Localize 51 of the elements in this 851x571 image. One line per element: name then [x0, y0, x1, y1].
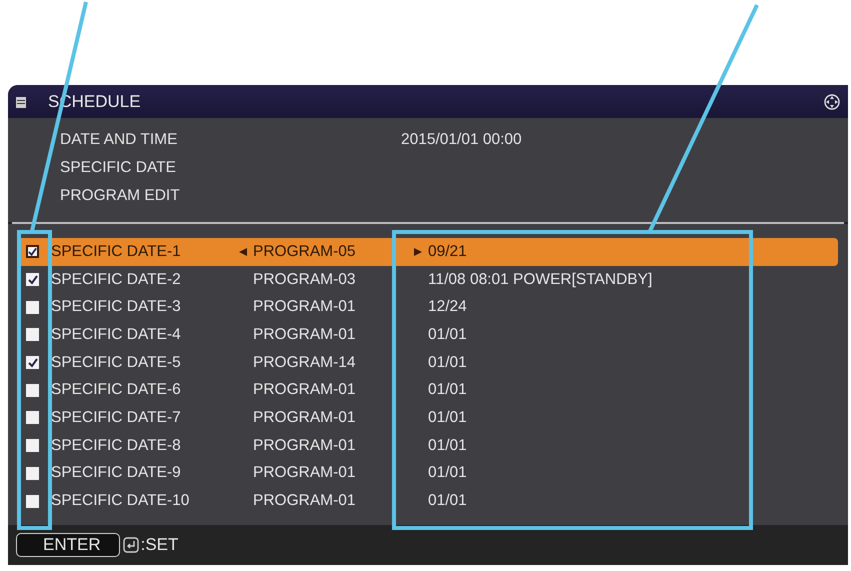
date-setting: 01/01 [428, 381, 467, 400]
checkbox[interactable] [26, 245, 39, 258]
checkbox[interactable] [26, 466, 39, 480]
checkbox[interactable] [26, 439, 39, 452]
date-name: SPECIFIC DATE-5 [51, 354, 182, 372]
date-setting: 11/08 08:01 POWER[STANDBY] [428, 270, 652, 289]
date-name: SPECIFIC DATE-4 [51, 326, 182, 344]
checkbox[interactable] [26, 356, 39, 370]
menu-item[interactable]: DATE AND TIME [60, 131, 401, 149]
date-name: SPECIFIC DATE-7 [51, 408, 182, 427]
selected-row-highlight[interactable]: SPECIFIC DATE-1 PROGRAM-05 09/21 [18, 238, 838, 266]
date-name: SPECIFIC DATE-2 [51, 270, 182, 289]
checkbox[interactable] [26, 411, 39, 424]
date-setting: 01/01 [428, 492, 467, 510]
date-name: SPECIFIC DATE-9 [51, 464, 182, 482]
program-name: PROGRAM-01 [253, 408, 356, 427]
date-setting: 12/24 [428, 298, 467, 316]
right-arrow-icon[interactable] [414, 248, 422, 256]
date-name: SPECIFIC DATE-6 [51, 381, 182, 400]
program-name: PROGRAM-01 [253, 381, 356, 400]
date-setting: 01/01 [428, 326, 467, 344]
checkbox[interactable] [26, 494, 39, 508]
checkbox[interactable] [26, 328, 39, 342]
date-setting: 09/21 [428, 242, 467, 261]
menu-item[interactable]: SPECIFIC DATE [60, 159, 401, 177]
date-time-value: 2015/01/01 00:00 [401, 131, 522, 149]
program-name: PROGRAM-01 [253, 464, 356, 482]
checkbox[interactable] [26, 384, 39, 397]
date-name: SPECIFIC DATE-1 [51, 242, 182, 261]
date-name: SPECIFIC DATE-10 [51, 492, 190, 510]
date-name: SPECIFIC DATE-3 [51, 298, 182, 316]
program-name: PROGRAM-01 [253, 492, 356, 510]
set-hint: :SET [140, 534, 178, 555]
menu-item[interactable]: PROGRAM EDIT [60, 187, 401, 205]
program-name: PROGRAM-05 [253, 242, 356, 261]
date-setting: 01/01 [428, 354, 467, 372]
move-icon[interactable] [824, 94, 840, 110]
checkbox[interactable] [26, 300, 39, 314]
checkbox[interactable] [26, 273, 39, 286]
program-name: PROGRAM-01 [253, 298, 356, 316]
program-name: PROGRAM-01 [253, 326, 356, 344]
date-name: SPECIFIC DATE-8 [51, 436, 182, 455]
date-setting: 01/01 [428, 408, 467, 427]
program-name: PROGRAM-03 [253, 270, 356, 289]
enter-button[interactable]: ENTER [16, 532, 120, 557]
program-name: PROGRAM-14 [253, 354, 356, 372]
enter-key-icon [122, 536, 139, 553]
program-name: PROGRAM-01 [253, 436, 356, 455]
date-setting: 01/01 [428, 436, 467, 455]
left-arrow-icon[interactable] [239, 248, 247, 256]
date-setting: 01/01 [428, 464, 467, 482]
